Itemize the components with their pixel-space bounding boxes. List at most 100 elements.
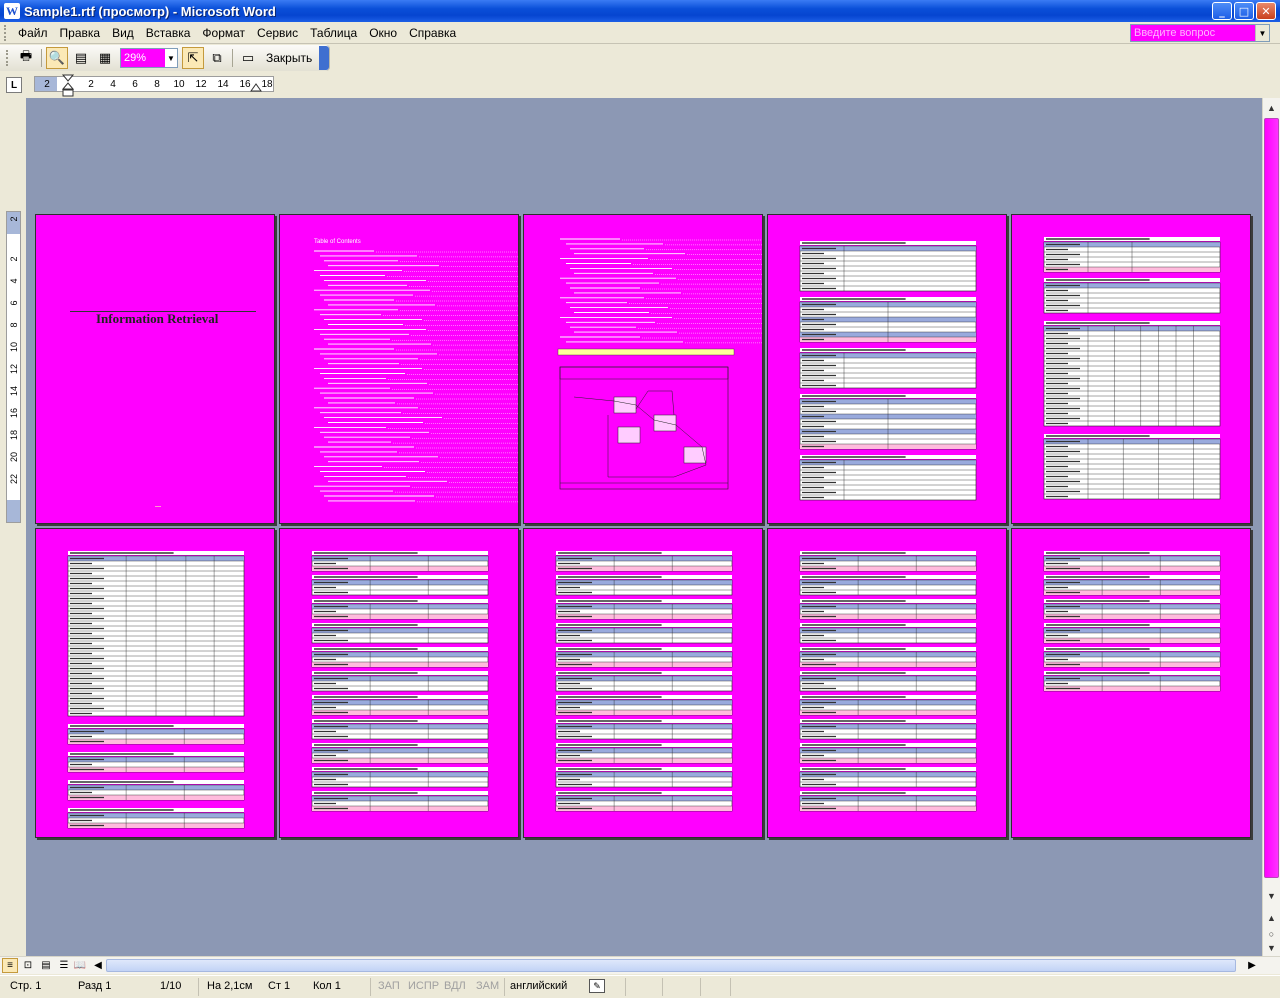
menu-help[interactable]: Справка xyxy=(403,23,462,43)
full-screen-icon[interactable]: ▭ xyxy=(237,47,259,69)
menu-file[interactable]: Файл xyxy=(12,23,54,43)
ruler-tick: 16 xyxy=(9,408,19,419)
spelling-book-icon[interactable]: ✎ xyxy=(589,979,605,993)
page-tables xyxy=(555,551,733,812)
status-language[interactable]: английский xyxy=(510,980,567,992)
diagram-box xyxy=(617,426,641,444)
scroll-up-icon[interactable]: ▲ xyxy=(1264,100,1279,116)
page-tables xyxy=(1043,551,1221,692)
print-layout-icon[interactable]: ▤ xyxy=(38,958,54,973)
ruler-tick: 18 xyxy=(261,79,273,90)
ruler-tick: 14 xyxy=(217,79,229,90)
page-9[interactable] xyxy=(767,528,1007,838)
ruler-margin-shade xyxy=(7,500,20,522)
maximize-button[interactable]: □ xyxy=(1234,2,1254,20)
diagram-box xyxy=(613,396,637,414)
page-grid-table xyxy=(67,551,245,829)
page-2[interactable]: Table of Contents xyxy=(279,214,519,524)
status-column: Кол 1 xyxy=(313,980,341,992)
reading-layout-icon[interactable]: 📖 xyxy=(72,958,88,973)
multiple-pages-icon[interactable]: ▦ xyxy=(94,47,116,69)
outline-view-icon[interactable]: ☰ xyxy=(56,958,72,973)
status-separator xyxy=(662,978,663,996)
ruler-tick: 2 xyxy=(9,256,19,262)
status-record-macro[interactable]: ЗАП xyxy=(378,980,400,992)
help-question-input[interactable] xyxy=(1131,25,1255,41)
zoom-select[interactable]: 29% ▼ xyxy=(120,48,178,68)
window-title: Sample1.rtf (просмотр) - Microsoft Word xyxy=(24,3,276,19)
ruler-tick: 12 xyxy=(195,79,207,90)
web-layout-icon[interactable]: ⊡ xyxy=(20,958,36,973)
page-tables xyxy=(311,551,489,812)
print-preview-toolbar: 🖶 🔍 ▤ ▦ 29% ▼ ⇱ ⧉ ▭ Закрыть xyxy=(0,45,330,71)
page-10[interactable] xyxy=(1011,528,1251,838)
scroll-left-icon[interactable]: ◀ xyxy=(90,958,106,973)
ruler-tick: 4 xyxy=(110,79,116,90)
scroll-right-icon[interactable]: ▶ xyxy=(1244,958,1260,973)
word-app-icon[interactable]: W xyxy=(4,3,20,19)
ruler-tick: 12 xyxy=(9,364,19,375)
ruler-tick: 8 xyxy=(154,79,160,90)
ruler-tick: 18 xyxy=(9,430,19,441)
status-track-changes[interactable]: ИСПР xyxy=(408,980,439,992)
one-page-icon[interactable]: ▤ xyxy=(70,47,92,69)
status-line: Ст 1 xyxy=(268,980,291,992)
page-5[interactable] xyxy=(1011,214,1251,524)
shrink-to-fit-icon[interactable]: ⧉ xyxy=(206,47,228,69)
page-7[interactable] xyxy=(279,528,519,838)
page-4[interactable] xyxy=(767,214,1007,524)
vertical-scrollbar[interactable]: ▲ ▼ ▲ ○ ▼ xyxy=(1262,98,1280,956)
menu-window[interactable]: Окно xyxy=(363,23,403,43)
page-tables xyxy=(799,241,977,501)
tab-selector-button[interactable]: L xyxy=(6,77,22,93)
toolbar-grip-handle[interactable] xyxy=(6,50,10,66)
scroll-down-icon[interactable]: ▼ xyxy=(1264,888,1279,904)
menu-format[interactable]: Формат xyxy=(196,23,251,43)
status-extend[interactable]: ВДЛ xyxy=(444,980,466,992)
ruler-tick: 6 xyxy=(132,79,138,90)
ruler-tick: 2 xyxy=(44,79,50,90)
ruler-tick: 16 xyxy=(239,79,251,90)
diagram-frame xyxy=(559,366,729,490)
page-8[interactable] xyxy=(523,528,763,838)
close-preview-button[interactable]: Закрыть xyxy=(260,48,318,68)
vertical-scroll-thumb[interactable] xyxy=(1264,118,1279,878)
horizontal-scroll-thumb[interactable] xyxy=(106,959,1236,972)
ruler-tick: 8 xyxy=(9,322,19,328)
page-6[interactable] xyxy=(35,528,275,838)
menu-grip-handle[interactable] xyxy=(4,24,8,41)
menu-insert[interactable]: Вставка xyxy=(140,23,197,43)
close-window-button[interactable]: ✕ xyxy=(1256,2,1276,20)
status-section: Разд 1 xyxy=(78,980,112,992)
previous-page-icon[interactable]: ▲ xyxy=(1264,910,1279,926)
right-indent-marker-icon[interactable] xyxy=(250,80,262,92)
menu-view[interactable]: Вид xyxy=(106,23,140,43)
chevron-down-icon[interactable]: ▼ xyxy=(1255,25,1269,41)
page-3[interactable] xyxy=(523,214,763,524)
status-separator xyxy=(625,978,626,996)
normal-view-icon[interactable]: ≡ xyxy=(2,958,18,973)
magnifier-icon[interactable]: 🔍 xyxy=(46,47,68,69)
table-body xyxy=(799,352,977,389)
indent-marker-icon[interactable] xyxy=(62,74,74,98)
menu-edit[interactable]: Правка xyxy=(54,23,107,43)
ruler-tick: 10 xyxy=(173,79,185,90)
toc-lines xyxy=(314,250,518,503)
figure-caption xyxy=(557,348,735,356)
menu-table[interactable]: Таблица xyxy=(304,23,363,43)
next-page-icon[interactable]: ▼ xyxy=(1264,940,1279,956)
page-1[interactable]: Information Retrieval xyxy=(35,214,275,524)
view-ruler-icon[interactable]: ⇱ xyxy=(182,47,204,69)
toolbar-separator xyxy=(232,49,233,67)
print-icon[interactable]: 🖶 xyxy=(15,47,37,69)
page-tables xyxy=(1043,237,1221,500)
status-overtype[interactable]: ЗАМ xyxy=(476,980,499,992)
toolbar-options-button[interactable] xyxy=(319,46,329,70)
menu-tools[interactable]: Сервис xyxy=(251,23,304,43)
vertical-ruler[interactable]: 2 2 4 6 8 10 12 14 16 18 20 22 xyxy=(6,211,21,523)
title-bar: W Sample1.rtf (просмотр) - Microsoft Wor… xyxy=(0,0,1280,22)
print-preview-area[interactable]: Information Retrieval Table of Contents xyxy=(26,98,1262,956)
ruler-tick: 10 xyxy=(9,342,19,353)
minimize-button[interactable]: _ xyxy=(1212,2,1232,20)
zoom-value: 29% xyxy=(121,49,165,67)
